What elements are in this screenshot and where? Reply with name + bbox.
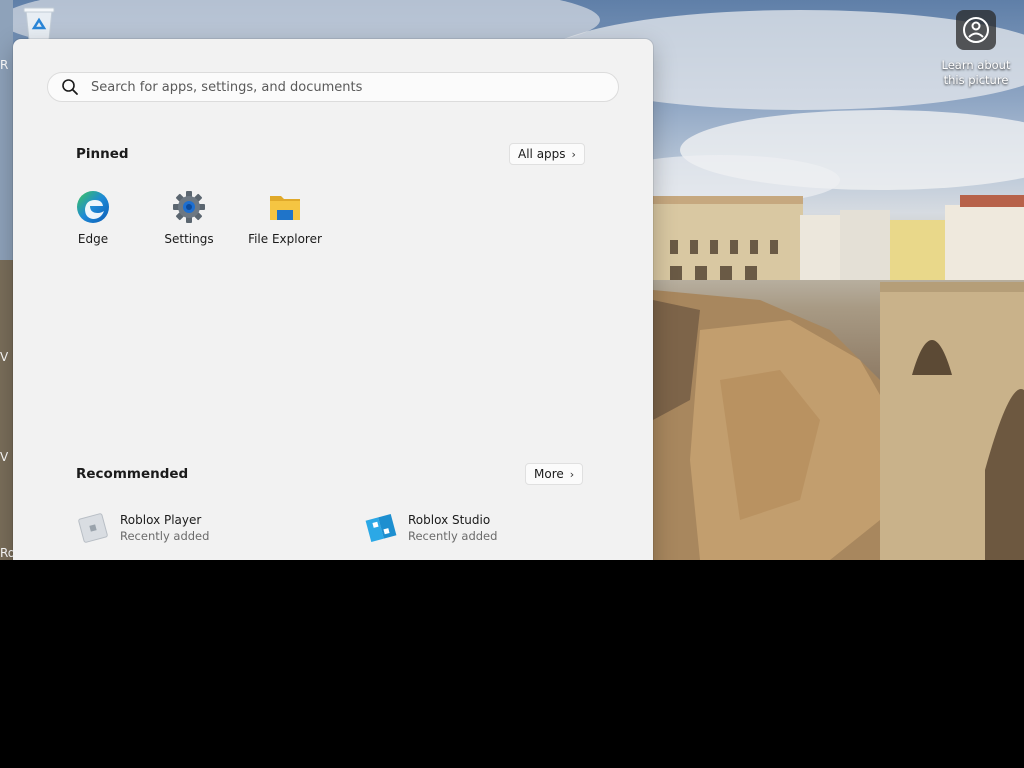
- search-box[interactable]: [47, 72, 619, 102]
- pinned-app-file-explorer[interactable]: File Explorer: [240, 190, 330, 246]
- recommended-item-subtitle: Recently added: [408, 529, 498, 543]
- learn-about-picture-button[interactable]: [956, 10, 996, 50]
- pinned-title: Pinned: [76, 146, 129, 162]
- start-menu: Pinned All apps › Edge: [13, 39, 653, 560]
- gear-icon: [173, 191, 205, 223]
- offscreen-area: [0, 560, 1024, 768]
- pinned-app-label: Settings: [164, 232, 214, 246]
- all-apps-button[interactable]: All apps ›: [509, 143, 585, 165]
- chevron-right-icon: ›: [569, 467, 575, 481]
- roblox-studio-icon: [365, 514, 397, 542]
- learn-about-picture[interactable]: Learn about this picture: [936, 10, 1016, 88]
- recommended-item-name: Roblox Player: [120, 513, 202, 527]
- search-icon: [62, 79, 78, 95]
- chevron-right-icon: ›: [571, 147, 576, 161]
- folder-icon: [270, 196, 300, 220]
- desktop-label-fragment: V: [0, 450, 9, 464]
- roblox-player-icon: [78, 513, 108, 543]
- pinned-app-edge[interactable]: Edge: [48, 190, 138, 246]
- pinned-app-label: Edge: [77, 232, 109, 246]
- edge-icon: [77, 191, 109, 223]
- search-input[interactable]: [89, 78, 618, 96]
- recommended-item-roblox-studio[interactable]: Roblox Studio Recently added: [364, 511, 497, 545]
- recommended-item-roblox-player[interactable]: Roblox Player Recently added: [76, 511, 209, 545]
- desktop: R V V Ro Learn about this picture Pinned: [0, 0, 1024, 560]
- recommended-item-name: Roblox Studio: [408, 513, 491, 527]
- more-button[interactable]: More ›: [525, 463, 584, 485]
- desktop-label-fragment: V: [0, 350, 9, 364]
- pinned-app-settings[interactable]: Settings: [144, 190, 234, 246]
- camera-lens-icon: [963, 17, 989, 43]
- pinned-app-label: File Explorer: [248, 232, 322, 246]
- learn-about-picture-label[interactable]: Learn about this picture: [936, 58, 1016, 88]
- recommended-title: Recommended: [76, 466, 189, 482]
- desktop-label-fragment: R: [0, 58, 9, 72]
- recommended-item-subtitle: Recently added: [120, 529, 210, 543]
- recycle-bin-icon[interactable]: [22, 6, 56, 42]
